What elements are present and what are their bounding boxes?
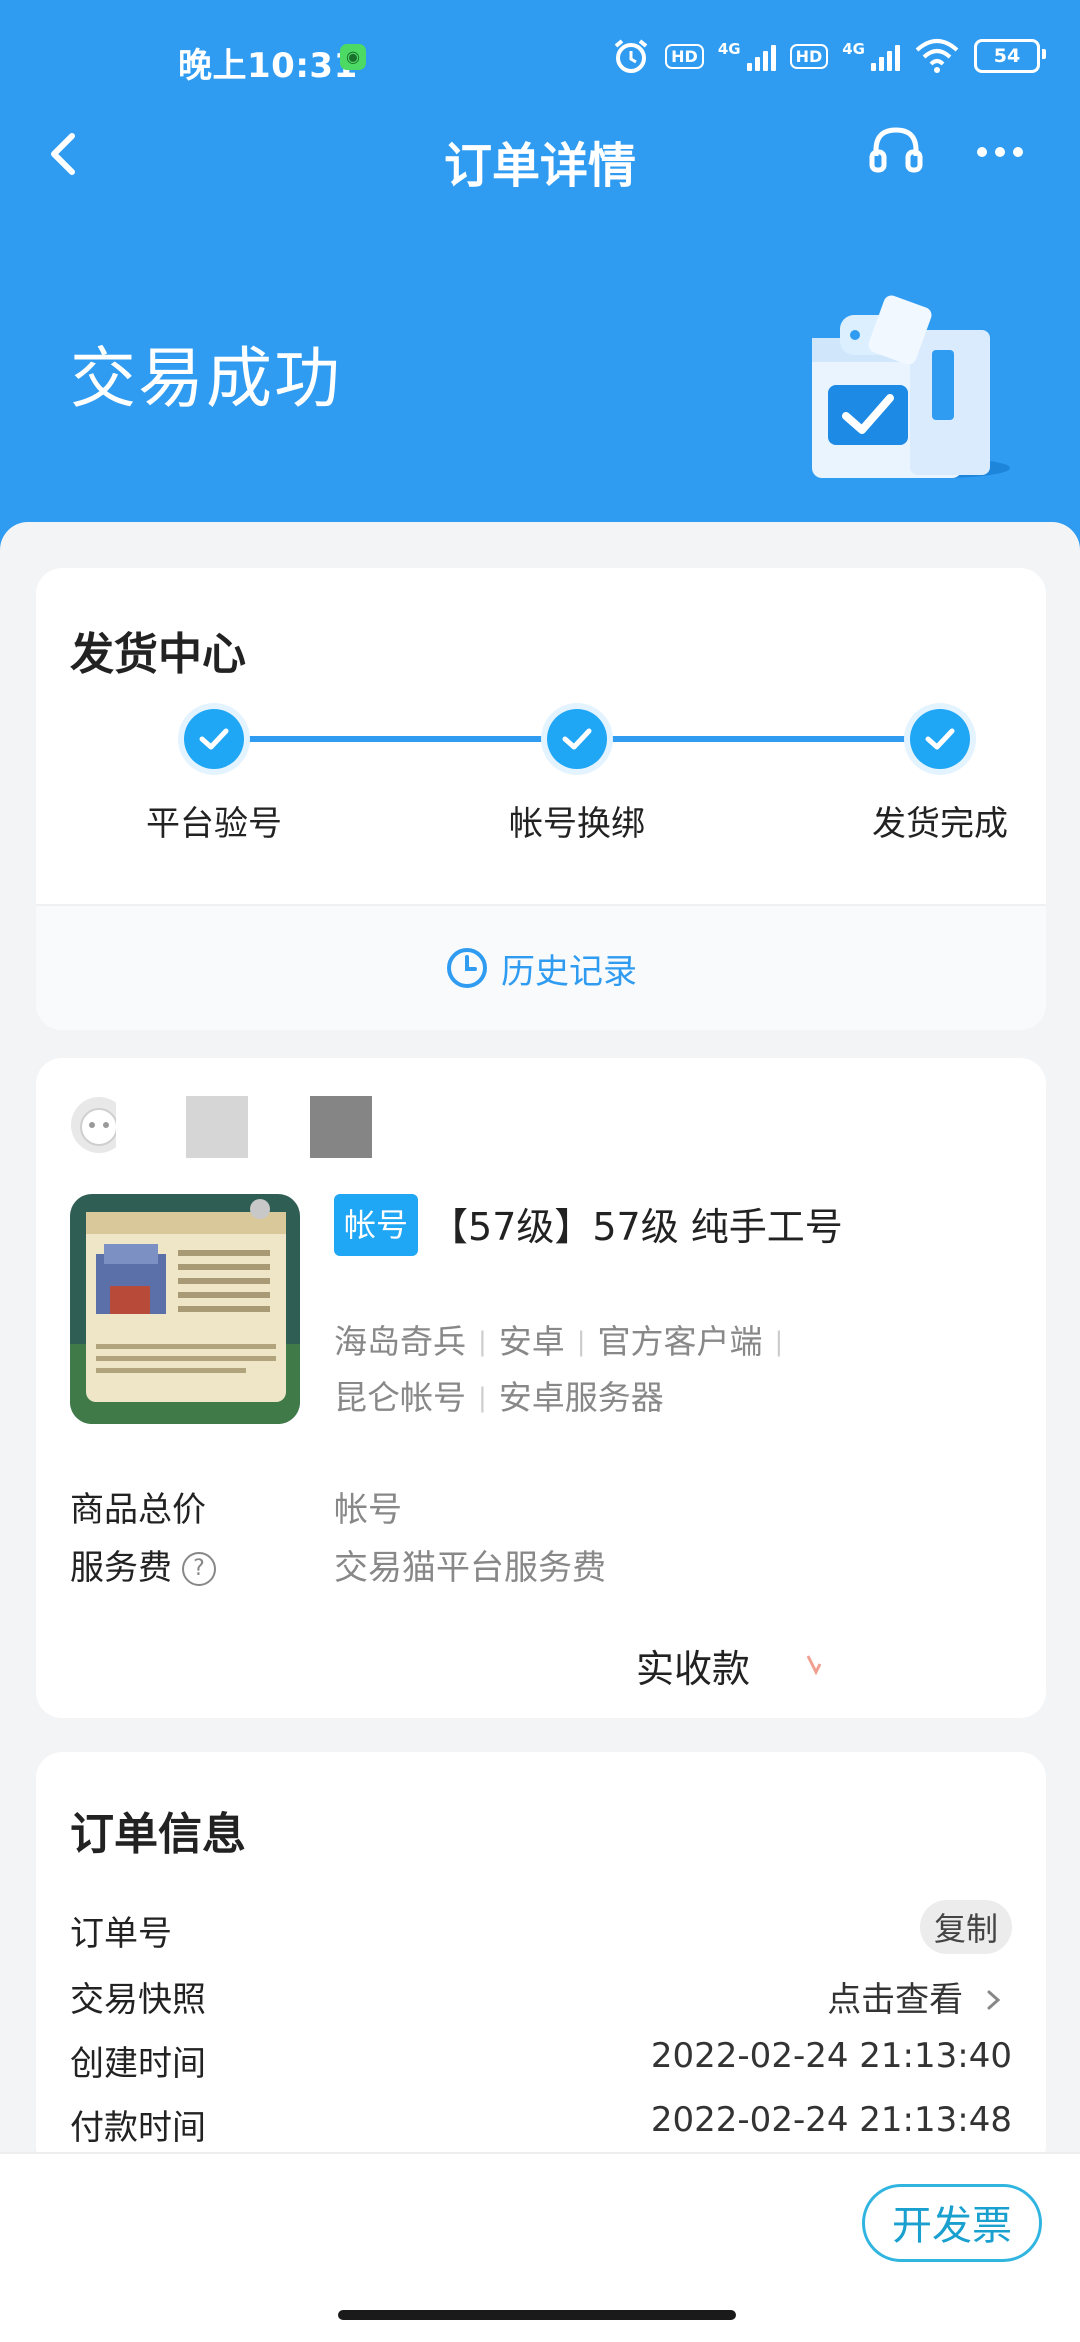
status-icons: HD 4G HD 4G 54: [611, 34, 1046, 78]
service-fee-value: 交易猫平台服务费: [334, 1548, 606, 1588]
network-type: 4G: [717, 40, 741, 58]
product-thumbnail[interactable]: [70, 1194, 300, 1424]
chevron-right-icon: [987, 1990, 1001, 2010]
total-price-label: 商品总价: [70, 1490, 206, 1530]
service-fee-label-row: 服务费?: [70, 1540, 216, 1589]
seller-badge-image: [186, 1096, 248, 1158]
signal-icon: [746, 41, 776, 71]
product-card: 帐号 【57级】57级 纯手工号 海岛奇兵 | 安卓 | 官方客户端 | 昆仑帐号 | 安卓服务器…: [36, 1058, 1046, 1718]
order-status-title: 交易成功: [70, 340, 342, 417]
hd-icon: HD: [789, 43, 829, 69]
home-indicator[interactable]: [338, 2310, 736, 2320]
attr-game: 海岛奇兵: [334, 1322, 466, 1361]
snapshot-row[interactable]: 交易快照 点击查看: [70, 1972, 1012, 2028]
step-check-icon: [547, 709, 607, 769]
step-check-icon: [184, 709, 244, 769]
clock-icon: [447, 948, 487, 988]
nav-bar: 订单详情: [0, 120, 1080, 194]
history-record-button[interactable]: 历史记录: [36, 906, 1046, 1030]
attr-client: 官方客户端: [597, 1322, 763, 1361]
customer-service-icon[interactable]: [866, 122, 926, 182]
account-tag: 帐号: [334, 1194, 419, 1256]
more-icon[interactable]: [970, 122, 1030, 182]
created-time-row: 创建时间 2022-02-24 21:13:40: [70, 2036, 1012, 2092]
content-sheet: 发货中心 平台验号 帐号换绑 发货完成 历史记录 帐号 【57级】57级 纯手工…: [0, 522, 1080, 2340]
status-bar: 晚上10:31 ◉ HD 4G HD 4G 54: [0, 0, 1080, 120]
step-label: 帐号换绑: [509, 804, 645, 844]
service-fee-label: 服务费: [70, 1548, 172, 1588]
received-amount-label: 实收款: [636, 1647, 751, 1691]
created-time-value: 2022-02-24 21:13:40: [650, 2036, 1012, 2076]
invoice-button[interactable]: 开发票: [862, 2184, 1042, 2262]
product-title[interactable]: 帐号 【57级】57级 纯手工号: [334, 1194, 894, 1256]
wifi-icon: [915, 39, 959, 73]
step-label: 发货完成: [872, 804, 1008, 844]
order-number-label: 订单号: [70, 1914, 172, 1954]
status-time: 晚上10:31: [178, 46, 358, 86]
attr-account-type: 昆仑帐号: [334, 1378, 466, 1417]
seller-avatar[interactable]: [70, 1096, 128, 1154]
snapshot-link-row: 点击查看: [827, 1972, 1006, 2021]
attr-server: 安卓服务器: [498, 1378, 664, 1417]
snapshot-label: 交易快照: [70, 1980, 206, 2020]
bottom-action-bar: 开发票: [0, 2152, 1080, 2342]
history-label: 历史记录: [501, 951, 637, 992]
product-attributes: 海岛奇兵 | 安卓 | 官方客户端 | 昆仑帐号 | 安卓服务器: [334, 1322, 784, 1417]
paid-time-label: 付款时间: [70, 2108, 206, 2148]
header-banner: 晚上10:31 ◉ HD 4G HD 4G 54 订单详情 交易成功: [0, 0, 1080, 560]
step-check-icon: [910, 709, 970, 769]
amount-icon: [806, 1655, 822, 1676]
alarm-icon: [614, 39, 648, 73]
app-notification-icon: ◉: [340, 44, 366, 70]
snapshot-link[interactable]: 点击查看: [827, 1980, 963, 2020]
attr-platform: 安卓: [498, 1322, 565, 1361]
battery-level: 54: [993, 45, 1021, 67]
hd-icon: HD: [665, 43, 704, 69]
network-type: 4G: [842, 40, 865, 58]
created-time-label: 创建时间: [70, 2044, 206, 2084]
battery-icon: 54: [974, 39, 1046, 73]
help-icon[interactable]: ?: [182, 1552, 216, 1586]
shopping-bag-illustration: [812, 295, 1010, 478]
paid-time-value: 2022-02-24 21:13:48: [650, 2100, 1012, 2140]
delivery-center-title: 发货中心: [70, 629, 246, 680]
product-title-text: 【57级】57级 纯手工号: [430, 1205, 843, 1249]
order-number-row: 订单号 复制: [70, 1900, 1012, 1962]
step-label: 平台验号: [146, 804, 282, 844]
copy-button[interactable]: 复制: [919, 1900, 1012, 1954]
signal-icon: [871, 41, 900, 71]
total-price-value: 帐号: [334, 1490, 402, 1530]
paid-time-row: 付款时间 2022-02-24 21:13:48: [70, 2100, 1012, 2156]
delivery-center-card: 发货中心 平台验号 帐号换绑 发货完成 历史记录: [36, 568, 1046, 1030]
order-info-card: 订单信息 订单号 复制 交易快照 点击查看 创建时间 2022-02-24 21…: [36, 1752, 1046, 2172]
seller-badge-image: [310, 1096, 372, 1158]
order-info-title: 订单信息: [70, 1809, 246, 1860]
